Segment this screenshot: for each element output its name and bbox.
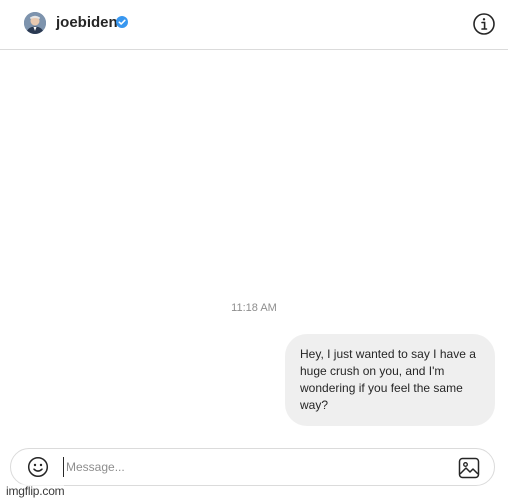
verified-badge-icon: [116, 16, 128, 28]
message-bubble[interactable]: Hey, I just wanted to say I have a huge …: [285, 334, 495, 426]
avatar[interactable]: [24, 12, 46, 34]
info-icon[interactable]: [472, 12, 496, 36]
message-composer: [10, 448, 495, 486]
message-timestamp: 11:18 AM: [231, 302, 277, 314]
emoji-icon[interactable]: [27, 456, 49, 478]
image-icon[interactable]: [458, 457, 480, 479]
watermark: imgflip.com: [6, 484, 65, 498]
username[interactable]: joebiden: [56, 14, 118, 32]
message-input[interactable]: [63, 457, 446, 477]
chat-header: joebiden: [0, 0, 508, 50]
